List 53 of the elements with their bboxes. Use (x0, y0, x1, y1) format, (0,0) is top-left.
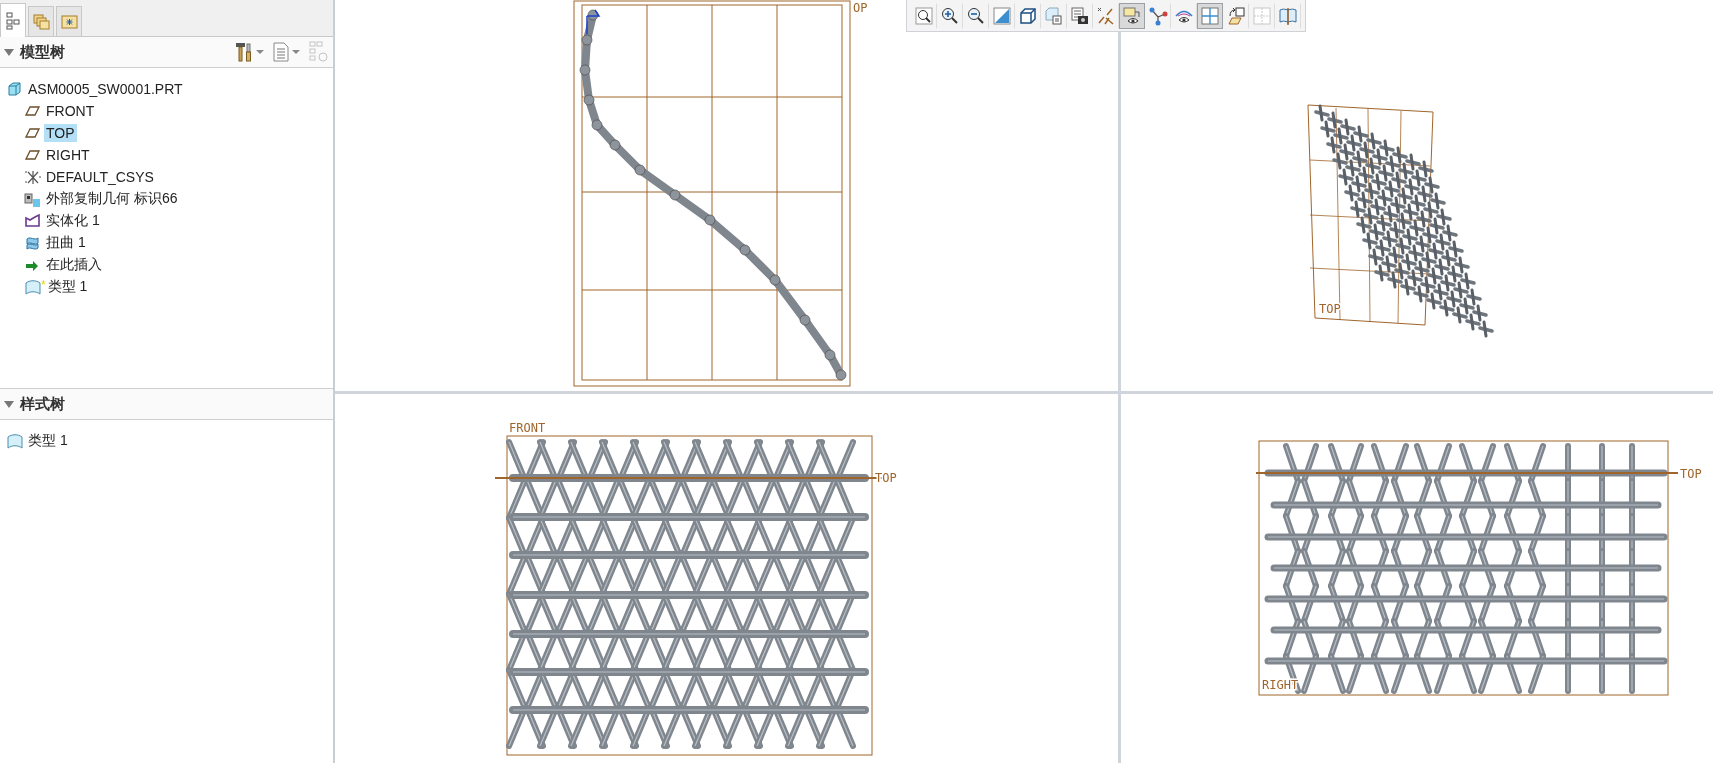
warp-icon (24, 234, 41, 252)
toolbar-button[interactable] (1119, 2, 1145, 29)
copy-geometry-icon (24, 190, 41, 208)
panel-tab[interactable] (56, 6, 82, 36)
camera-icon (1070, 5, 1090, 26)
datum-label: TOP (875, 471, 897, 485)
csys-icon (24, 168, 41, 186)
view-eye-icon (1122, 5, 1142, 26)
grid-icon (1200, 5, 1220, 26)
tree-item[interactable]: 外部复制几何 标识66 (44, 189, 180, 209)
tree-item[interactable]: DEFAULT_CSYS (44, 168, 156, 186)
zoom-in-icon (940, 5, 960, 26)
style-icon (6, 432, 23, 450)
tree-item[interactable]: 在此插入 (44, 255, 104, 275)
datum-label: TOP (1319, 302, 1341, 316)
modified-marker: * (41, 278, 46, 292)
folders-icon (32, 12, 50, 31)
tree-item[interactable]: RIGHT (44, 146, 92, 164)
model-tree-icon (4, 11, 22, 30)
datum-display-icon (1096, 5, 1116, 26)
rotate-plane-icon (1226, 5, 1246, 26)
zoom-out-icon (966, 5, 986, 26)
tree-item[interactable]: 类型 1 (26, 431, 70, 451)
folder-icon (60, 12, 78, 31)
style-icon (24, 278, 41, 296)
solidify-icon (24, 212, 41, 230)
collapse-icon[interactable] (4, 400, 14, 408)
tree-item[interactable]: ASM0005_SW0001.PRT (26, 80, 185, 98)
grid-disabled-icon (1252, 5, 1272, 26)
view-list-icon (1044, 5, 1064, 26)
cube-icon (1018, 5, 1038, 26)
tree-item[interactable]: TOP (44, 124, 77, 142)
panel-tab[interactable] (28, 6, 54, 36)
collapse-icon[interactable] (4, 48, 14, 56)
datum-label: FRONT (509, 421, 546, 435)
datum-label: OP (853, 1, 868, 15)
tree-item[interactable]: 实体化 1 (44, 211, 102, 231)
section-title: 样式树 (20, 394, 66, 414)
list-icon[interactable] (273, 42, 289, 62)
repaint-icon (992, 5, 1012, 26)
node-connector-icon (1148, 5, 1168, 26)
tree-item[interactable]: 扭曲 1 (44, 233, 88, 253)
tree-item[interactable]: FRONT (44, 102, 97, 120)
part-icon (6, 80, 23, 98)
panel-tab[interactable] (0, 3, 26, 37)
section-icon (1278, 5, 1298, 26)
tools-icon[interactable] (235, 42, 253, 62)
tree-item[interactable]: 类型 1 (45, 277, 90, 297)
datum-label: TOP (1680, 467, 1702, 481)
caret-icon[interactable] (292, 50, 300, 54)
zoom-fit-icon (914, 5, 934, 26)
section-title: 模型树 (20, 42, 66, 62)
caret-icon[interactable] (256, 50, 264, 54)
